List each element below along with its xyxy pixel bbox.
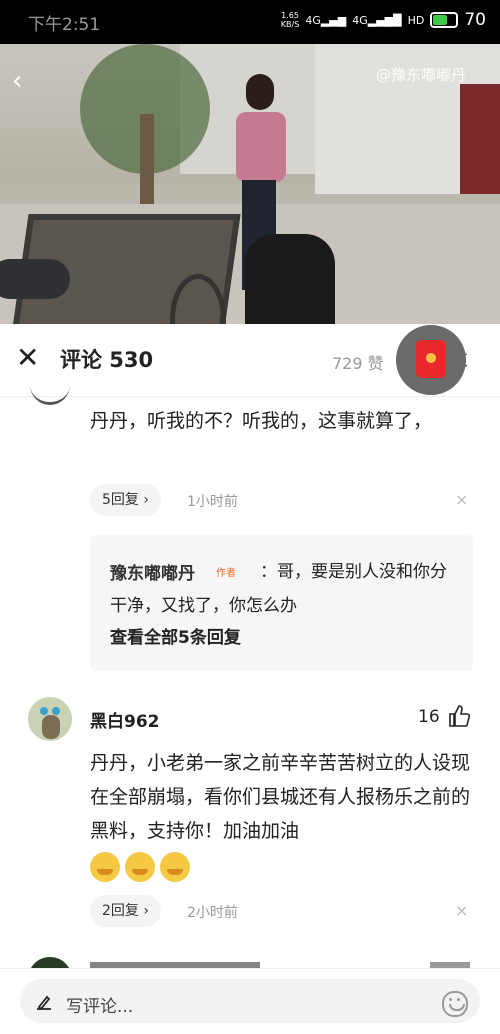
status-icons: 1.65 KB/S 4G▂▄▆ 4G▂▄▆█ HD 70: [281, 10, 486, 30]
smiling-face-icon: [90, 852, 120, 882]
avatar[interactable]: [28, 697, 72, 741]
comment-text: 丹丹，小老弟一家之前辛辛苦苦树立的人设现在全部崩塌，看你们县城还有人报杨乐之前的…: [90, 752, 471, 842]
total-likes: 729 赞: [332, 354, 384, 373]
video-tree-trunk: [140, 114, 154, 204]
video-person-crouching: [245, 234, 335, 324]
battery-fill: [433, 15, 448, 25]
comment-input-bar: 写评论...: [0, 968, 500, 1034]
emoji-row: [90, 852, 190, 882]
comment-username[interactable]: 黑白962: [90, 707, 160, 732]
battery-icon: [430, 12, 459, 28]
smiling-face-icon: [125, 852, 155, 882]
signal-icon: 4G▂▄▆: [305, 13, 347, 27]
network-speed: 1.65 KB/S: [280, 11, 300, 29]
smile-icon[interactable]: [442, 991, 468, 1017]
reply-count-button[interactable]: 2回复 ›: [90, 895, 161, 927]
reply-count-button[interactable]: 5回复 ›: [90, 484, 161, 516]
video-seat: [0, 259, 70, 299]
back-arrow-icon[interactable]: ‹: [12, 66, 22, 96]
signal-icon: 4G▂▄▆█: [352, 13, 402, 27]
video-watermark: @豫东嘟嘟丹: [376, 66, 467, 84]
view-all-replies-link[interactable]: 查看全部5条回复: [110, 623, 241, 648]
clock: 下午2:51: [28, 15, 101, 35]
dismiss-icon[interactable]: ×: [455, 490, 468, 509]
red-envelope-button[interactable]: [396, 325, 466, 395]
comment-time: 1小时前: [187, 494, 238, 510]
comment-time: 2小时前: [187, 905, 238, 921]
video-player[interactable]: ‹ @豫东嘟嘟丹: [0, 44, 500, 324]
status-bar: 下午2:51 1.65 KB/S 4G▂▄▆ 4G▂▄▆█ HD 70: [0, 0, 500, 44]
smiling-face-icon: [160, 852, 190, 882]
thumbs-up-icon[interactable]: [448, 704, 470, 728]
comments-title: 评论 530: [60, 348, 154, 372]
pen-icon: [37, 995, 51, 1010]
comment-text: 丹丹，听我的不？听我的，这事就算了，: [90, 410, 433, 432]
author-badge: 作者: [216, 568, 236, 579]
avatar[interactable]: [30, 382, 70, 405]
author-reply[interactable]: ：哥，要是别人没和你分干净，又找了，你怎么办 豫东嘟嘟丹 作者 查看全部5条回复: [90, 535, 473, 671]
red-envelope-icon: [416, 340, 446, 378]
comment-like-count: 16: [418, 707, 440, 727]
dismiss-icon[interactable]: ×: [455, 901, 468, 920]
close-icon[interactable]: ✕: [16, 344, 39, 372]
comment-input-placeholder[interactable]: 写评论...: [66, 992, 133, 1017]
video-door: [460, 84, 500, 194]
battery-percent: 70: [464, 10, 486, 30]
reply-author[interactable]: 豫东嘟嘟丹: [110, 559, 195, 584]
hd-indicator: HD: [407, 13, 425, 27]
